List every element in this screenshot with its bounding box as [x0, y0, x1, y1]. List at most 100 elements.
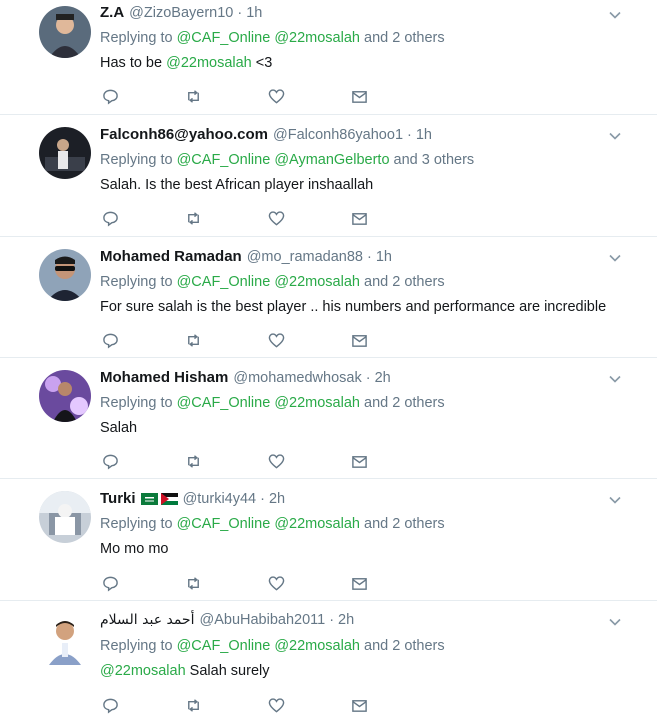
- avatar[interactable]: [39, 370, 91, 422]
- reply-feed: Z.A @ZizoBayern10 · 1h Replying to @CAF_…: [0, 0, 657, 720]
- reply-button[interactable]: [102, 573, 185, 593]
- reply-button[interactable]: [102, 695, 185, 715]
- retweet-button[interactable]: [185, 86, 268, 106]
- others-link[interactable]: and 2 others: [364, 274, 445, 290]
- display-name[interactable]: أحمد عبد السلام: [100, 612, 194, 628]
- tweet-card[interactable]: أحمد عبد السلام @AbuHabibah2011 · 2h Rep…: [0, 601, 657, 720]
- retweet-button[interactable]: [185, 451, 268, 471]
- like-button[interactable]: [268, 330, 351, 350]
- tweet-text: Has to be @22mosalah <3: [100, 55, 272, 71]
- tweet-text: Salah. Is the best African player inshaa…: [100, 177, 374, 193]
- direct-message-button[interactable]: [351, 451, 434, 471]
- display-name[interactable]: Z.A: [100, 4, 124, 21]
- others-link[interactable]: and 3 others: [394, 152, 475, 168]
- mention-link[interactable]: @AymanGelberto: [274, 152, 389, 168]
- like-icon: [268, 453, 285, 469]
- tweet-actions: [102, 86, 434, 106]
- chevron-down-icon[interactable]: [608, 251, 622, 265]
- retweet-icon: [188, 576, 199, 590]
- tweet-text: Salah: [100, 420, 138, 436]
- display-name[interactable]: Falconh86@yahoo.com: [100, 126, 268, 143]
- others-link[interactable]: and 2 others: [364, 516, 445, 532]
- separator-dot: ·: [367, 248, 372, 265]
- replying-to: Replying to @CAF_Online @22mosalah and 2…: [100, 516, 445, 532]
- mention-link[interactable]: @22mosalah: [274, 395, 360, 411]
- like-icon: [268, 697, 285, 713]
- avatar[interactable]: [39, 491, 91, 543]
- avatar[interactable]: [39, 6, 91, 58]
- user-handle[interactable]: @AbuHabibah2011: [199, 612, 325, 628]
- mention-link[interactable]: @22mosalah: [274, 30, 360, 46]
- chevron-down-icon[interactable]: [608, 493, 622, 507]
- like-button[interactable]: [268, 86, 351, 106]
- display-name[interactable]: Turki: [100, 490, 136, 507]
- retweet-button[interactable]: [185, 330, 268, 350]
- tweet-card[interactable]: Turki @turki4y44 · 2h Replying to @CAF_O…: [0, 479, 657, 601]
- replying-to-label: Replying to: [100, 395, 173, 411]
- chevron-down-icon[interactable]: [608, 615, 622, 629]
- others-link[interactable]: and 2 others: [364, 395, 445, 411]
- reply-icon: [103, 576, 118, 592]
- like-icon: [268, 575, 285, 591]
- mention-link[interactable]: @CAF_Online: [177, 516, 271, 532]
- retweet-button[interactable]: [185, 695, 268, 715]
- chevron-down-icon[interactable]: [608, 129, 622, 143]
- direct-message-button[interactable]: [351, 695, 434, 715]
- display-name[interactable]: Mohamed Ramadan: [100, 248, 242, 265]
- chevron-down-icon[interactable]: [608, 372, 622, 386]
- user-handle[interactable]: @Falconh86yahoo1: [273, 127, 403, 143]
- user-handle[interactable]: @ZizoBayern10: [129, 5, 233, 21]
- chevron-down-icon[interactable]: [608, 8, 622, 22]
- others-link[interactable]: and 2 others: [364, 30, 445, 46]
- timestamp[interactable]: 2h: [338, 612, 354, 628]
- like-button[interactable]: [268, 208, 351, 228]
- mention-link[interactable]: @22mosalah: [274, 516, 360, 532]
- replying-to-label: Replying to: [100, 274, 173, 290]
- mention-link[interactable]: @22mosalah: [274, 638, 360, 654]
- tweet-text-part: Salah surely: [185, 663, 270, 679]
- tweet-card[interactable]: Z.A @ZizoBayern10 · 1h Replying to @CAF_…: [0, 0, 657, 115]
- timestamp[interactable]: 1h: [246, 5, 262, 21]
- like-button[interactable]: [268, 451, 351, 471]
- tweet-card[interactable]: Mohamed Hisham @mohamedwhosak · 2h Reply…: [0, 358, 657, 479]
- mention-link[interactable]: @22mosalah: [100, 663, 186, 679]
- mention-link[interactable]: @CAF_Online: [177, 274, 271, 290]
- like-button[interactable]: [268, 695, 351, 715]
- mention-link[interactable]: @CAF_Online: [177, 152, 271, 168]
- reply-icon: [103, 211, 118, 227]
- tweet-actions: [102, 208, 434, 228]
- direct-message-button[interactable]: [351, 208, 434, 228]
- user-handle[interactable]: @turki4y44: [183, 491, 257, 507]
- retweet-button[interactable]: [185, 208, 268, 228]
- avatar[interactable]: [39, 613, 91, 665]
- mention-link[interactable]: @22mosalah: [166, 55, 252, 71]
- user-handle[interactable]: @mohamedwhosak: [233, 370, 361, 386]
- reply-button[interactable]: [102, 208, 185, 228]
- others-link[interactable]: and 2 others: [364, 638, 445, 654]
- retweet-icon: [188, 454, 199, 468]
- reply-button[interactable]: [102, 86, 185, 106]
- mention-link[interactable]: @22mosalah: [274, 274, 360, 290]
- tweet-card[interactable]: Mohamed Ramadan @mo_ramadan88 · 1h Reply…: [0, 237, 657, 358]
- user-handle[interactable]: @mo_ramadan88: [247, 249, 363, 265]
- direct-message-button[interactable]: [351, 330, 434, 350]
- timestamp[interactable]: 2h: [375, 370, 391, 386]
- reply-button[interactable]: [102, 330, 185, 350]
- reply-button[interactable]: [102, 451, 185, 471]
- mention-link[interactable]: @CAF_Online: [177, 30, 271, 46]
- direct-message-button[interactable]: [351, 573, 434, 593]
- avatar[interactable]: [39, 249, 91, 301]
- direct-message-button[interactable]: [351, 86, 434, 106]
- timestamp[interactable]: 1h: [376, 249, 392, 265]
- like-button[interactable]: [268, 573, 351, 593]
- tweet-actions: [102, 451, 434, 471]
- timestamp[interactable]: 1h: [416, 127, 432, 143]
- mention-link[interactable]: @CAF_Online: [177, 395, 271, 411]
- tweet-card[interactable]: Falconh86@yahoo.com @Falconh86yahoo1 · 1…: [0, 115, 657, 237]
- retweet-button[interactable]: [185, 573, 268, 593]
- avatar[interactable]: [39, 127, 91, 179]
- mention-link[interactable]: @CAF_Online: [177, 638, 271, 654]
- tweet-actions: [102, 330, 434, 350]
- display-name[interactable]: Mohamed Hisham: [100, 369, 228, 386]
- timestamp[interactable]: 2h: [269, 491, 285, 507]
